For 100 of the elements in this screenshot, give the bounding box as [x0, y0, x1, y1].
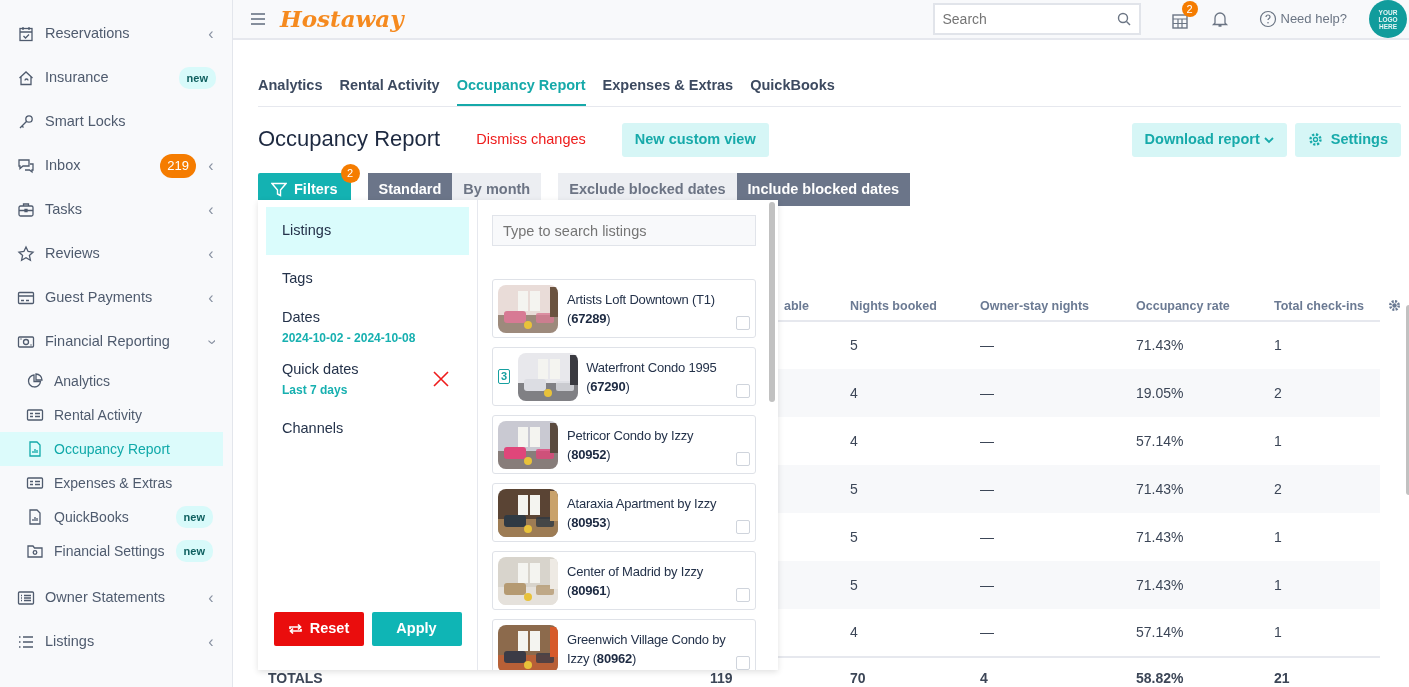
checkbox[interactable] [736, 316, 750, 330]
column-header[interactable]: Owner-stay nights [970, 293, 1126, 322]
tab[interactable]: QuickBooks [750, 62, 835, 106]
list-icon [17, 589, 35, 607]
listing-card[interactable]: Greenwich Village Condo by Izzy (80962) [492, 619, 756, 670]
filter-category[interactable]: Tags [266, 255, 469, 303]
notification-count: 2 [1181, 1, 1198, 17]
document-chart-icon [26, 508, 44, 526]
table-cell: 2 [1264, 369, 1380, 418]
listing-card[interactable]: Center of Madrid by Izzy (80961) [492, 551, 756, 610]
sidebar-item[interactable]: Inbox 219 ‹ [0, 144, 232, 188]
new-badge: new [178, 66, 216, 90]
card-icon [17, 289, 35, 307]
table-cell: 5 [840, 465, 970, 514]
checkbox[interactable] [736, 588, 750, 602]
column-header[interactable]: Total check-ins [1264, 293, 1380, 322]
search-field[interactable]: Type to search listings [492, 215, 756, 246]
new-badge: new [175, 539, 213, 563]
count-badge: 219 [160, 154, 196, 178]
new-badge: new [175, 505, 213, 529]
table-cell: 57.14% [1126, 417, 1264, 466]
listing-name: Artists Loft Downtown (T1) (67289) [567, 290, 716, 328]
filter-count-badge: 2 [340, 163, 360, 183]
totals-cell: 70 [840, 657, 970, 687]
filter-category[interactable]: Quick dates Last 7 days [266, 351, 469, 407]
table-cell: — [970, 321, 1126, 370]
checkbox[interactable] [736, 520, 750, 534]
sidebar-item[interactable]: Reservations ‹ [0, 12, 232, 56]
reset-button[interactable]: Reset [273, 612, 364, 646]
group-count-icon: 3 [498, 369, 511, 384]
table-cell: 4 [840, 417, 970, 466]
table-cell: 4 [840, 369, 970, 418]
tab[interactable]: Analytics [258, 62, 323, 106]
dismiss-changes-link[interactable]: Dismiss changes [476, 128, 586, 151]
settings-icon [1307, 132, 1323, 148]
listing-name: Petricor Condo by Izzy (80952) [567, 426, 695, 464]
totals-cell: 58.82% [1126, 657, 1264, 687]
table-cell: — [970, 465, 1126, 514]
repeat-icon [287, 622, 303, 637]
listing-card[interactable]: Ataraxia Apartment by Izzy (80953) [492, 483, 756, 542]
filter-icon [271, 181, 287, 197]
document-chart-icon [26, 440, 44, 458]
table-cell: — [970, 561, 1126, 610]
scrollbar[interactable] [769, 202, 775, 402]
filter-category[interactable]: Listings [266, 207, 469, 255]
totals-cell: 4 [970, 657, 1126, 687]
sidebar-item[interactable]: Reviews ‹ [0, 232, 232, 276]
search-icon[interactable] [1116, 12, 1131, 26]
table-cell: 71.43% [1126, 321, 1264, 370]
checkbox[interactable] [736, 656, 750, 670]
column-header[interactable]: Nights booked [840, 293, 970, 322]
sidebar-item[interactable]: Tasks ‹ [0, 188, 232, 232]
sidebar-item[interactable]: Guest Payments ‹ [0, 276, 232, 320]
sidebar-subitem[interactable]: QuickBooks new [0, 500, 223, 534]
sidebar-item[interactable]: Financial Reporting ‹ [0, 320, 232, 364]
table-cell: — [970, 369, 1126, 418]
listing-name: Waterfront Condo 1995 (67290) [586, 358, 718, 396]
sidebar-item[interactable]: Insurance new [0, 56, 232, 100]
tab[interactable]: Rental Activity [339, 62, 440, 106]
sidebar-item[interactable]: Owner Statements ‹ [0, 576, 232, 620]
sidebar-subitem[interactable]: Financial Settings new [0, 534, 223, 568]
listing-name: Ataraxia Apartment by Izzy (80953) [567, 494, 718, 532]
page-title: Occupancy Report [258, 126, 441, 153]
help-icon[interactable] [1258, 10, 1277, 28]
table-cell: — [970, 513, 1126, 562]
column-header[interactable]: Occupancy rate [1126, 293, 1264, 322]
sidebar-subitem[interactable]: Analytics [0, 364, 223, 398]
tab[interactable]: Expenses & Extras [602, 62, 734, 106]
toggle-option[interactable]: Include blocked dates [736, 172, 911, 207]
listing-card[interactable]: Petricor Condo by Izzy (80952) [492, 415, 756, 474]
sidebar-item[interactable]: Smart Locks [0, 100, 232, 144]
table-cell: 71.43% [1126, 561, 1264, 610]
sidebar-subitem[interactable]: Expenses & Extras [0, 466, 223, 500]
receipt-icon [26, 406, 44, 424]
filter-category[interactable]: Channels [266, 407, 469, 451]
close-icon[interactable] [433, 371, 449, 387]
help-link[interactable]: Need help? [1280, 9, 1347, 29]
bell-icon[interactable] [1210, 10, 1229, 28]
search-field[interactable]: Search [932, 3, 1141, 35]
sidebar-item[interactable]: Listings ‹ [0, 620, 232, 664]
receipt-icon [26, 474, 44, 492]
checkbox[interactable] [736, 384, 750, 398]
table-cell: — [970, 609, 1126, 658]
checkbox[interactable] [736, 452, 750, 466]
folder-icon [26, 542, 44, 560]
table-cell: 1 [1264, 321, 1380, 370]
listing-card[interactable]: 3 Waterfront Condo 1995 (67290) [492, 347, 756, 406]
calendar-icon[interactable] [1170, 12, 1189, 31]
filter-category[interactable]: Dates 2024-10-02 - 2024-10-08 [266, 303, 469, 351]
listing-card[interactable]: Artists Loft Downtown (T1) (67289) [492, 279, 756, 338]
table-cell: 71.43% [1126, 465, 1264, 514]
table-cell: 5 [840, 321, 970, 370]
table-cell: — [970, 417, 1126, 466]
table-cell: 1 [1264, 609, 1380, 658]
table-cell: 2 [1264, 465, 1380, 514]
sidebar-subitem[interactable]: Rental Activity [0, 398, 223, 432]
table-cell: 1 [1264, 513, 1380, 562]
settings-icon[interactable] [1388, 299, 1401, 313]
menu-icon[interactable] [250, 12, 266, 26]
table-cell: 4 [840, 609, 970, 658]
